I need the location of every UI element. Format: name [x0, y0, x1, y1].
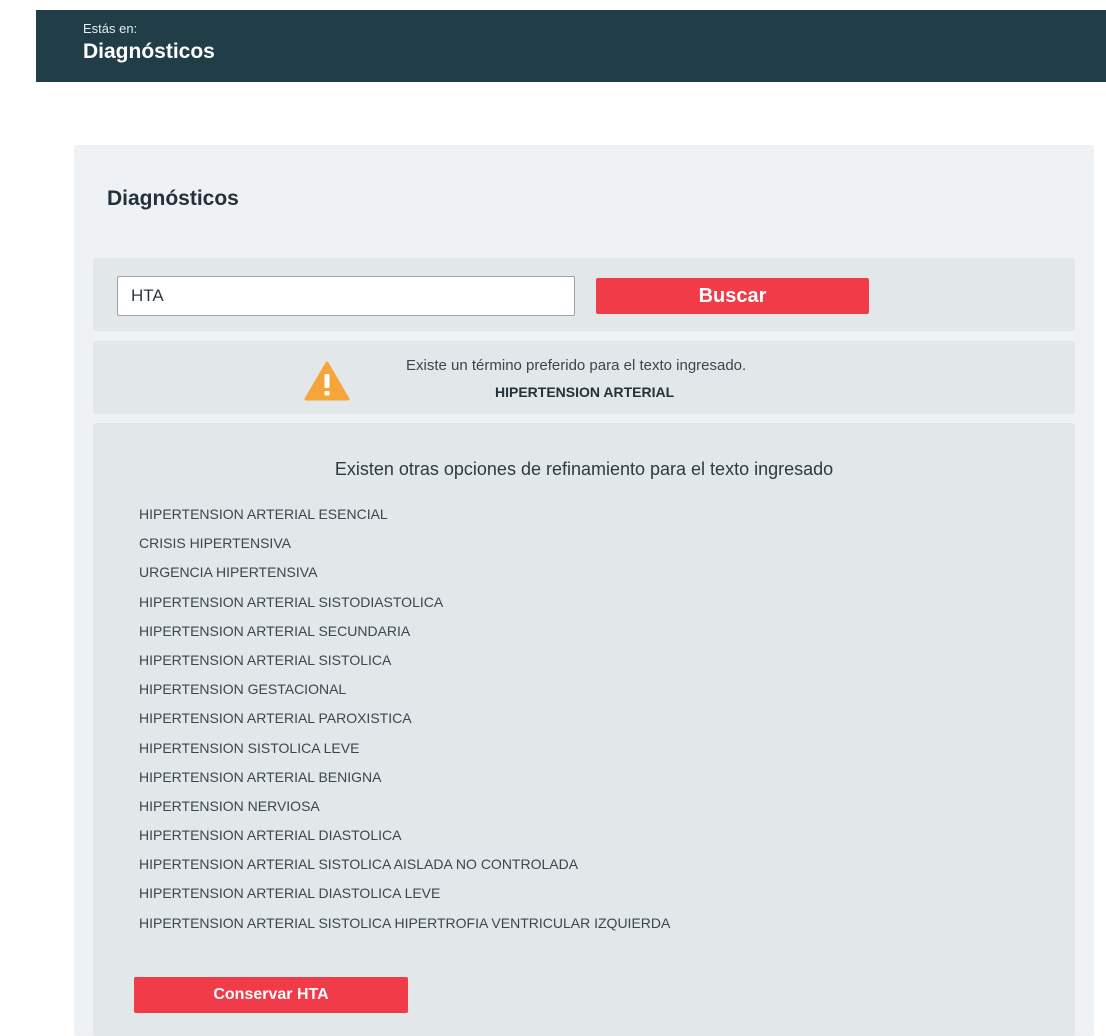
refinement-option[interactable]: HIPERTENSION SISTOLICA LEVE: [139, 738, 670, 767]
refinement-options: Existen otras opciones de refinamiento p…: [93, 423, 1075, 1036]
refinement-option[interactable]: HIPERTENSION ARTERIAL ESENCIAL: [139, 504, 670, 533]
refinement-option[interactable]: HIPERTENSION NERVIOSA: [139, 796, 670, 825]
refinement-option[interactable]: HIPERTENSION GESTACIONAL: [139, 679, 670, 708]
notice-message: Existe un término preferido para el text…: [406, 357, 747, 374]
refinement-option[interactable]: CRISIS HIPERTENSIVA: [139, 533, 670, 562]
refinement-option[interactable]: HIPERTENSION ARTERIAL DIASTOLICA: [139, 825, 670, 854]
preferred-term-notice: Existe un término preferido para el text…: [93, 341, 1075, 414]
refinement-option[interactable]: HIPERTENSION ARTERIAL SISTOLICA HIPERTRO…: [139, 913, 670, 942]
panel-title: Diagnósticos: [107, 187, 239, 210]
refinement-option[interactable]: URGENCIA HIPERTENSIVA: [139, 562, 670, 591]
refinement-option[interactable]: HIPERTENSION ARTERIAL SISTOLICA: [139, 650, 670, 679]
preferred-term[interactable]: HIPERTENSION ARTERIAL: [495, 384, 674, 400]
refinement-option[interactable]: HIPERTENSION ARTERIAL SISTODIASTOLICA: [139, 592, 670, 621]
keep-term-button[interactable]: Conservar HTA: [134, 977, 408, 1013]
refinement-list: HIPERTENSION ARTERIAL ESENCIAL CRISIS HI…: [139, 504, 670, 942]
refinement-heading: Existen otras opciones de refinamiento p…: [334, 459, 834, 479]
search-button[interactable]: Buscar: [596, 278, 869, 314]
top-header: Estás en: Diagnósticos: [36, 10, 1106, 82]
diagnosis-panel: Diagnósticos Buscar Existe un término pr…: [74, 145, 1094, 1036]
search-input[interactable]: [117, 276, 575, 316]
refinement-option[interactable]: HIPERTENSION ARTERIAL SISTOLICA AISLADA …: [139, 854, 670, 883]
search-bar: Buscar: [93, 258, 1075, 331]
breadcrumb-title: Diagnósticos: [83, 40, 215, 63]
refinement-option[interactable]: HIPERTENSION ARTERIAL SECUNDARIA: [139, 621, 670, 650]
refinement-option[interactable]: HIPERTENSION ARTERIAL DIASTOLICA LEVE: [139, 883, 670, 912]
warning-icon: [304, 361, 350, 401]
refinement-option[interactable]: HIPERTENSION ARTERIAL PAROXISTICA: [139, 708, 670, 737]
refinement-option[interactable]: HIPERTENSION ARTERIAL BENIGNA: [139, 767, 670, 796]
breadcrumb-label: Estás en:: [83, 21, 138, 36]
